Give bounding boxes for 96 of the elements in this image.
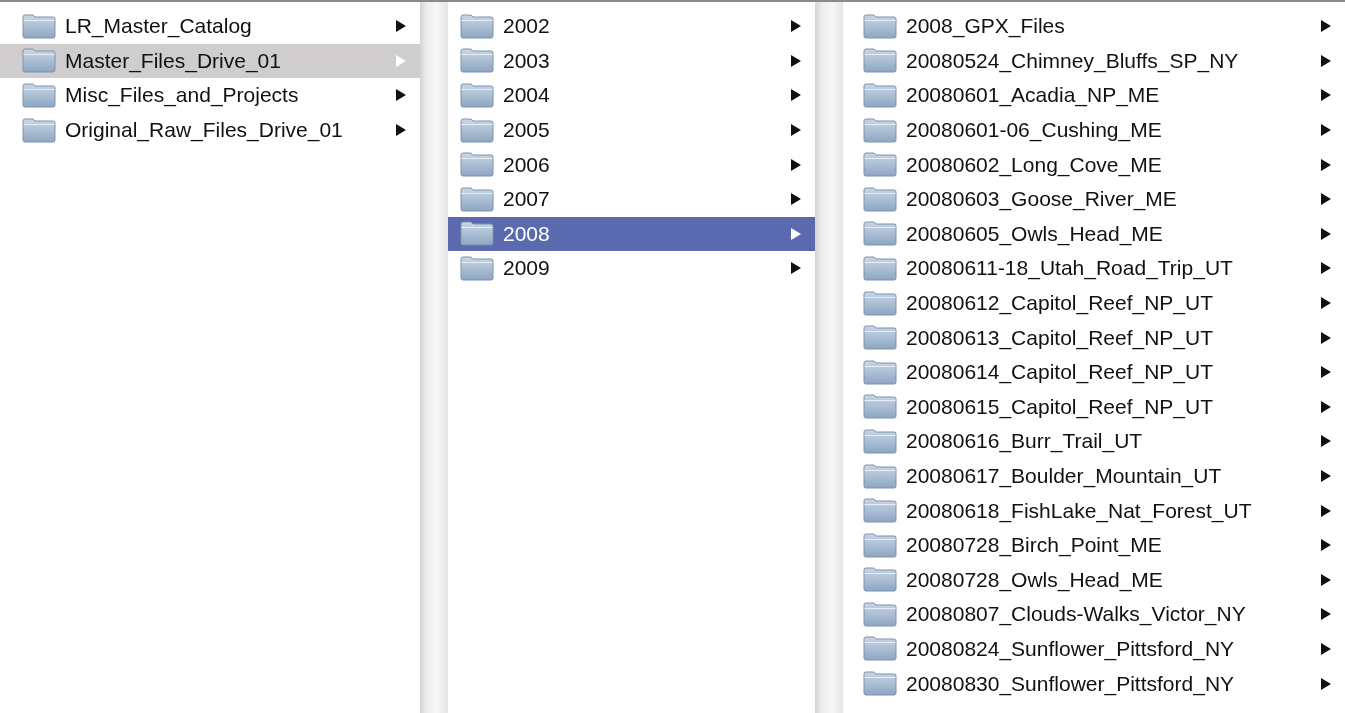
folder-item[interactable]: 20080615_Capitol_Reef_NP_UT [843, 389, 1345, 425]
folder-item[interactable]: 20080614_Capitol_Reef_NP_UT [843, 354, 1345, 390]
folder-item[interactable]: 2009 [448, 251, 815, 286]
folder-icon [22, 83, 56, 108]
folder-item[interactable]: 2002 [448, 9, 815, 44]
right-triangle-icon [1321, 608, 1331, 621]
folder-item[interactable]: 20080601-06_Cushing_ME [843, 112, 1345, 148]
right-triangle-icon [1321, 366, 1331, 379]
right-triangle-icon [791, 124, 801, 137]
folder-icon [863, 48, 897, 74]
right-triangle-icon [1321, 677, 1331, 690]
folder-icon [460, 48, 494, 74]
folder-icon [863, 13, 897, 39]
right-triangle-icon [791, 262, 801, 275]
right-triangle-icon [791, 193, 801, 206]
right-triangle-icon [1321, 573, 1331, 586]
folder-icon [863, 117, 897, 143]
folder-item[interactable]: 20080616_Burr_Trail_UT [843, 424, 1345, 459]
right-triangle-icon [1321, 470, 1331, 482]
folder-icon [863, 428, 897, 454]
right-triangle-icon [1321, 89, 1331, 102]
folder-item[interactable]: 20080824_Sunflower_Pittsford_NY [843, 631, 1345, 667]
right-triangle-icon [1321, 54, 1331, 67]
right-triangle-icon [1321, 297, 1331, 310]
right-triangle-icon [791, 54, 801, 67]
folder-icon [460, 83, 494, 108]
folder-icon [460, 255, 494, 281]
right-triangle-icon [791, 158, 801, 171]
folder-icon [863, 636, 897, 662]
right-triangle-icon [396, 89, 406, 102]
folder-icon [863, 83, 897, 108]
folder-item[interactable]: 20080603_Goose_River_ME [843, 181, 1345, 217]
folder-icon [863, 152, 897, 178]
folder-item[interactable]: 20080612_Capitol_Reef_NP_UT [843, 285, 1345, 321]
folder-item[interactable]: 2008_GPX_Files [843, 9, 1345, 44]
folder-item[interactable]: 20080613_Capitol_Reef_NP_UT [843, 320, 1345, 355]
right-triangle-icon [1321, 539, 1331, 552]
right-triangle-icon [791, 89, 801, 102]
right-triangle-icon [1321, 643, 1331, 655]
right-triangle-icon [791, 20, 801, 33]
right-triangle-icon [1321, 227, 1331, 240]
right-triangle-icon [1321, 193, 1331, 206]
folder-item[interactable]: 20080618_FishLake_Nat_Forest_UT [843, 493, 1345, 528]
folder-icon [863, 359, 897, 385]
folder-item[interactable]: 20080601_Acadia_NP_ME [843, 78, 1345, 113]
right-triangle-icon [396, 54, 406, 67]
folder-icon [22, 13, 56, 39]
right-triangle-icon [1321, 20, 1331, 33]
folder-item[interactable]: 2008 [448, 216, 815, 252]
right-triangle-icon [396, 124, 406, 137]
folder-item[interactable]: 20080807_Clouds-Walks_Victor_NY [843, 597, 1345, 632]
folder-icon [863, 325, 897, 351]
folder-item[interactable]: 20080602_Long_Cove_ME [843, 147, 1345, 182]
folder-icon [863, 255, 897, 281]
folder-icon [863, 498, 897, 524]
right-triangle-icon [1321, 124, 1331, 137]
folder-icon [460, 221, 494, 247]
folder-icon [863, 601, 897, 627]
folder-item[interactable]: 2007 [448, 181, 815, 217]
folder-item[interactable]: LR_Master_Catalog [0, 9, 420, 44]
folder-item[interactable]: 20080830_Sunflower_Pittsford_NY [843, 666, 1345, 701]
folder-icon [22, 48, 56, 74]
folder-icon [460, 13, 494, 39]
folder-icon [460, 117, 494, 143]
right-triangle-icon [1321, 331, 1331, 344]
folder-item[interactable]: Misc_Files_and_Projects [0, 78, 420, 113]
folder-item[interactable]: 2006 [448, 147, 815, 182]
folder-item[interactable]: Master_Files_Drive_01 [0, 43, 420, 79]
folder-icon [863, 221, 897, 247]
folder-icon [863, 394, 897, 420]
folder-item[interactable]: 20080605_Owls_Head_ME [843, 216, 1345, 252]
right-triangle-icon [791, 227, 801, 240]
folder-item[interactable]: 20080611-18_Utah_Road_Trip_UT [843, 251, 1345, 286]
folder-icon [863, 290, 897, 316]
folder-item[interactable]: 2004 [448, 78, 815, 113]
folder-icon [863, 532, 897, 558]
right-triangle-icon [1321, 504, 1331, 517]
folder-item[interactable]: 2003 [448, 43, 815, 79]
folder-item[interactable]: 2005 [448, 112, 815, 148]
right-triangle-icon [1321, 400, 1331, 413]
folder-item[interactable]: Original_Raw_Files_Drive_01 [0, 112, 420, 148]
folder-icon [863, 463, 897, 489]
folder-icon [460, 152, 494, 178]
folder-item[interactable]: 20080728_Birch_Point_ME [843, 527, 1345, 563]
folder-icon [863, 567, 897, 593]
right-triangle-icon [396, 20, 406, 33]
folder-icon [460, 186, 494, 212]
right-triangle-icon [1321, 262, 1331, 275]
folder-item[interactable]: 20080524_Chimney_Bluffs_SP_NY [843, 43, 1345, 79]
folder-icon [22, 117, 56, 143]
folder-item[interactable]: 20080728_Owls_Head_ME [843, 562, 1345, 598]
right-triangle-icon [1321, 435, 1331, 448]
folder-item[interactable]: 20080617_Boulder_Mountain_UT [843, 458, 1345, 494]
right-triangle-icon [1321, 158, 1331, 171]
folder-icon [863, 186, 897, 212]
folder-icon [863, 671, 897, 697]
